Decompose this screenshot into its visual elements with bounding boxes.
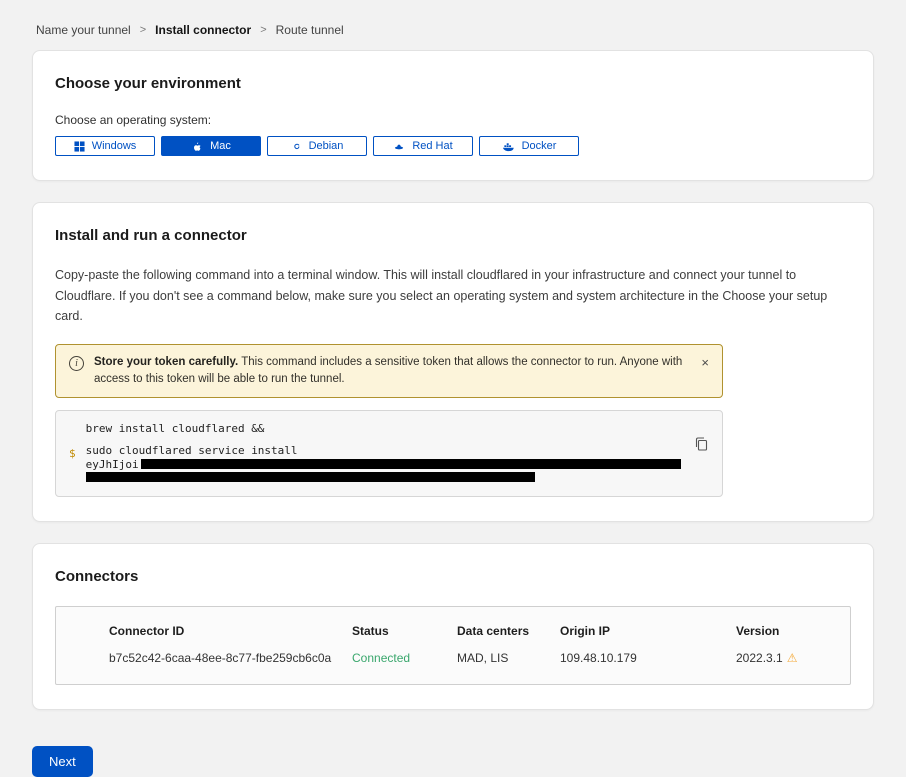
os-button-label: Windows [92,140,137,152]
data-centers-value: MAD, LIS [457,651,560,665]
command-line-1: brew install cloudflared && [86,422,682,435]
next-button[interactable]: Next [32,746,93,777]
token-prefix: eyJhIjoi [86,458,139,471]
origin-ip-value: 109.48.10.179 [560,651,736,665]
install-connector-card: Install and run a connector Copy-paste t… [32,202,874,522]
connectors-card-title: Connectors [55,568,851,585]
install-instructions: Copy-paste the following command into a … [55,265,851,327]
breadcrumb-separator: > [260,24,266,36]
token-line-1: eyJhIjoi [86,458,682,471]
os-button-label: Debian [309,140,344,152]
version-number: 2022.3.1 [736,651,783,665]
column-header-data-centers: Data centers [457,624,560,638]
status-badge: Connected [352,651,457,665]
version-value: 2022.3.1 ⚠ [736,651,840,665]
warning-triangle-icon: ⚠ [787,651,798,665]
connectors-table: Connector ID Status Data centers Origin … [55,606,851,685]
shell-prompt: $ [69,447,76,460]
column-header-version: Version [736,624,840,638]
info-icon: i [69,356,84,371]
os-button-debian[interactable]: Debian [267,136,367,156]
os-button-docker[interactable]: Docker [479,136,579,156]
token-warning-banner: i Store your token carefully. This comma… [55,344,723,399]
breadcrumb-step-install-connector[interactable]: Install connector [155,23,251,37]
redacted-token-bar [86,472,535,482]
breadcrumb-step-name-your-tunnel[interactable]: Name your tunnel [36,23,131,37]
os-button-mac[interactable]: Mac [161,136,261,156]
apple-icon [191,140,203,153]
page: Name your tunnel > Install connector > R… [0,0,906,777]
install-command-block: $ brew install cloudflared && sudo cloud… [55,410,723,497]
column-header-status: Status [352,624,457,638]
os-button-label: Red Hat [412,140,452,152]
token-warning-text: Store your token carefully. This command… [94,354,688,389]
install-card-title: Install and run a connector [55,227,851,244]
close-icon[interactable]: × [699,354,711,371]
environment-card-title: Choose your environment [55,75,851,92]
os-button-label: Docker [522,140,557,152]
breadcrumb-separator: > [140,24,146,36]
os-button-windows[interactable]: Windows [55,136,155,156]
install-command: brew install cloudflared && sudo cloudfl… [86,422,682,485]
token-warning-bold: Store your token carefully. [94,356,238,368]
os-button-redhat[interactable]: Red Hat [373,136,473,156]
environment-card: Choose your environment Choose an operat… [32,50,874,181]
command-line-2: sudo cloudflared service install [86,444,682,457]
connector-id-value: b7c52c42-6caa-48ee-8c77-fbe259cb6c0a [109,651,352,665]
docker-icon [502,141,515,152]
connectors-card: Connectors Connector ID Status Data cent… [32,543,874,710]
os-select-label: Choose an operating system: [55,113,851,127]
breadcrumb: Name your tunnel > Install connector > R… [32,0,874,50]
debian-icon [291,141,302,152]
os-button-label: Mac [210,140,231,152]
windows-icon [74,141,85,152]
breadcrumb-step-route-tunnel[interactable]: Route tunnel [276,23,344,37]
redhat-icon [393,141,405,152]
os-button-group: Windows Mac Debian [55,136,851,156]
redacted-token-bar [141,459,681,469]
copy-icon[interactable] [692,436,710,454]
column-header-connector-id: Connector ID [109,624,352,638]
footer: Next [32,746,874,777]
column-header-origin-ip: Origin IP [560,624,736,638]
